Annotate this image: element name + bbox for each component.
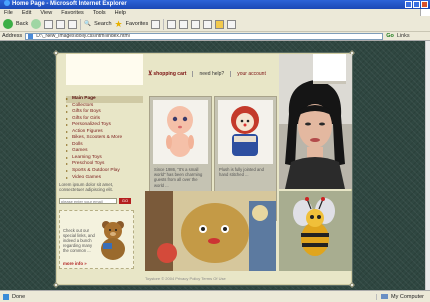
featured-photo [279, 54, 352, 189]
back-button[interactable]: Back [16, 21, 28, 27]
email-input[interactable] [59, 198, 117, 204]
page-icon [28, 33, 34, 39]
site-frame: ⊻shopping cart need help? your account M… [53, 50, 355, 288]
edit-icon[interactable] [191, 19, 201, 29]
address-label: Address [2, 33, 23, 39]
menu-tools[interactable]: Tools [93, 9, 106, 17]
menu-view[interactable]: View [40, 9, 52, 17]
computer-icon [380, 294, 388, 299]
print-icon[interactable] [179, 19, 189, 29]
browser-toolbar: Back 🔍 Search ★ Favorites [0, 17, 430, 32]
vertical-scrollbar[interactable] [425, 41, 430, 290]
favorites-icon[interactable]: ★ [115, 19, 123, 30]
search-button[interactable]: Search [94, 21, 111, 27]
frame-corner [53, 50, 59, 56]
back-icon[interactable] [3, 19, 13, 29]
teddy-bear-image [101, 221, 125, 260]
sidebar-item-video-games[interactable]: Video Games [66, 175, 143, 182]
account-link[interactable]: your account [237, 71, 266, 77]
cart-icon: ⊻ [148, 71, 153, 77]
mail-icon[interactable] [167, 19, 177, 29]
security-zone: My Computer [375, 293, 424, 300]
help-link[interactable]: need help? [199, 71, 224, 77]
more-info-link[interactable]: more info » [63, 261, 87, 266]
maximize-button[interactable] [413, 1, 420, 8]
menu-bar: File Edit View Favorites Tools Help [0, 9, 430, 17]
menu-file[interactable]: File [4, 9, 13, 17]
toys-photo [145, 191, 276, 271]
close-button[interactable] [421, 1, 428, 8]
menu-edit[interactable]: Edit [22, 9, 31, 17]
folder-icon[interactable] [215, 19, 225, 29]
logo-area[interactable] [66, 54, 143, 85]
window-title: Home Page - Microsoft Internet Explorer [12, 1, 127, 7]
top-navigation: ⊻shopping cart need help? your account [148, 70, 266, 77]
rag-doll-image [218, 100, 273, 164]
footer-text: Toystore © 2004 Privacy Policy Terms Of … [145, 276, 226, 281]
media-icon[interactable] [227, 19, 237, 29]
stop-icon[interactable] [44, 19, 54, 29]
links-button[interactable]: Links [397, 33, 410, 39]
address-input[interactable]: D:\_New_Images\dolly.css\html\index.html [25, 32, 384, 40]
minimize-button[interactable] [405, 1, 412, 8]
nav-divider [192, 70, 194, 77]
product-description: Plush is fully jointed and hand stitched… [219, 167, 264, 178]
toolbar-divider [80, 18, 82, 30]
history-icon[interactable] [151, 19, 161, 29]
menu-help[interactable]: Help [115, 9, 126, 17]
refresh-icon[interactable] [56, 19, 66, 29]
windows-logo-icon [420, 9, 430, 16]
status-bar: Done My Computer [0, 290, 430, 302]
forward-icon[interactable] [31, 19, 42, 29]
frame-corner [349, 282, 355, 288]
page-viewport: ⊻shopping cart need help? your account M… [0, 41, 430, 290]
newsletter-form: GO [59, 198, 134, 204]
address-value: D:\_New_Images\dolly.css\html\index.html [36, 32, 130, 39]
newsletter-go-button[interactable]: GO [119, 198, 131, 204]
messenger-icon[interactable] [203, 19, 213, 29]
status-text: Done [12, 293, 26, 300]
menu-favorites[interactable]: Favorites [61, 9, 84, 17]
favorites-button[interactable]: Favorites [126, 21, 149, 27]
category-sidebar: Main Page Collectors Gifts for Boys Gift… [66, 96, 143, 181]
bee-toy-photo [279, 191, 352, 271]
newsletter-text: Lorem ipsum dolor sit amet, consectetuer… [59, 182, 114, 193]
product-description: Since 1986, "It's a small world" has bee… [154, 167, 203, 188]
toolbar-divider [163, 18, 165, 30]
shopping-cart-link[interactable]: ⊻shopping cart [148, 70, 186, 77]
go-button[interactable]: Go [386, 33, 394, 39]
nav-divider [230, 70, 232, 77]
doll-image [153, 100, 208, 164]
search-icon[interactable]: 🔍 [84, 21, 91, 27]
window-controls [405, 1, 428, 8]
ie-icon [4, 0, 10, 6]
address-bar: Address D:\_New_Images\dolly.css\html\in… [0, 32, 430, 41]
promo-box: Check out our special links, and indeed … [59, 210, 134, 269]
home-icon[interactable] [68, 19, 78, 29]
promo-text: Check out our special links, and indeed … [63, 228, 95, 253]
page-done-icon [3, 293, 9, 300]
zone-label: My Computer [390, 293, 424, 300]
frame-corner [53, 282, 59, 288]
window-titlebar: Home Page - Microsoft Internet Explorer [0, 0, 430, 9]
shopping-cart-label: shopping cart [153, 71, 187, 77]
